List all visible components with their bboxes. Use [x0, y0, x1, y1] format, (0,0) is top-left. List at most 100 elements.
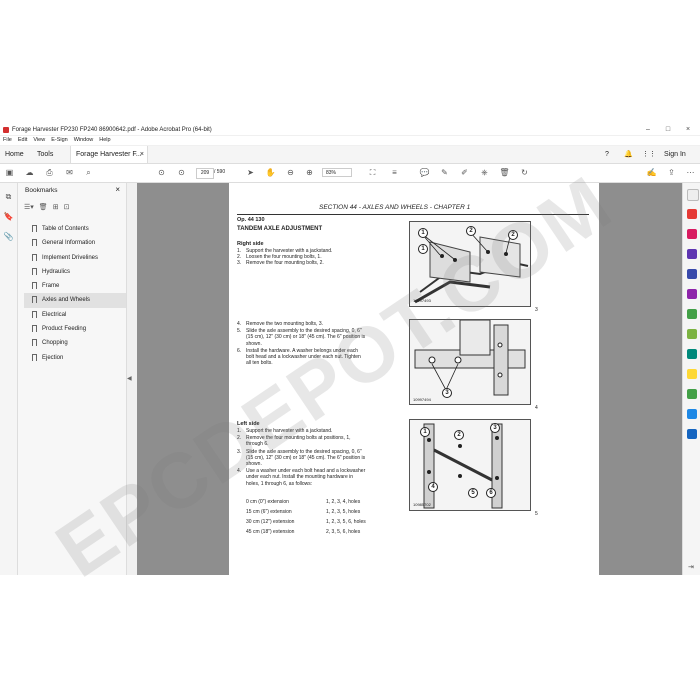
previous-page-icon[interactable]: ⊙	[155, 166, 168, 179]
attachments-icon[interactable]: 📎	[3, 231, 14, 242]
bookmarks-header: Bookmarks	[25, 187, 58, 194]
tab-tools[interactable]: Tools	[32, 146, 58, 163]
page-thumbnails-icon[interactable]: ⧉	[3, 191, 14, 202]
menu-file[interactable]: File	[3, 136, 12, 145]
figure-number: 5	[535, 511, 538, 517]
search-tool-icon[interactable]	[687, 189, 699, 201]
bookmark-item[interactable]: Electrical	[24, 308, 126, 322]
comment-icon[interactable]: 💬	[418, 166, 431, 179]
bookmark-item[interactable]: Product Feeding	[24, 322, 126, 336]
print-icon[interactable]: ⎙	[43, 166, 56, 179]
bookmarks-icon[interactable]: 🔖	[3, 211, 14, 222]
more-tools-icon[interactable]	[687, 409, 697, 419]
protect-icon[interactable]	[687, 389, 697, 399]
tab-document[interactable]: Forage Harvester F... ×	[70, 146, 148, 163]
delete-bookmark-icon[interactable]: 🗑	[39, 203, 48, 211]
fill-sign-icon[interactable]	[687, 329, 697, 339]
close-panel-icon[interactable]: ×	[115, 185, 120, 194]
scan-ocr-icon[interactable]	[687, 349, 697, 359]
pdf-app-icon	[3, 127, 9, 133]
export-pdf-icon[interactable]	[687, 209, 697, 219]
create-pdf-icon[interactable]	[687, 229, 697, 239]
zoom-out-icon[interactable]: ⊖	[284, 166, 297, 179]
next-page-icon[interactable]: ⊙	[175, 166, 188, 179]
delete-icon[interactable]: 🗑	[498, 166, 511, 179]
bookmark-label: Electrical	[42, 311, 67, 318]
save-icon[interactable]: ▣	[3, 166, 16, 179]
scroll-mode-icon[interactable]: ≡	[388, 166, 401, 179]
select-cursor-icon[interactable]: ➤	[244, 166, 257, 179]
shield-icon[interactable]	[687, 429, 697, 439]
main-toolbar: ▣ ☁ ⎙ ✉ ⌕ ⊙ ⊙ 209 / 590 ➤ ✋ ⊖ ⊕ 83% ⛶ ≡ …	[0, 164, 700, 183]
bookmark-item-active[interactable]: Axles and Wheels	[24, 293, 126, 308]
email-icon[interactable]: ✉	[63, 166, 76, 179]
bookmark-item[interactable]: Implement Drivelines	[24, 251, 126, 265]
fit-page-icon[interactable]: ⛶	[366, 166, 379, 179]
bookmark-item[interactable]: General Information	[24, 236, 126, 250]
comment-tool-icon[interactable]	[687, 369, 697, 379]
tab-document-label: Forage Harvester F...	[76, 151, 142, 158]
zoom-select[interactable]: 83%	[322, 168, 352, 177]
draw-icon[interactable]: ✐	[458, 166, 471, 179]
new-bookmark-icon[interactable]: ⊞	[53, 203, 59, 211]
close-window-button[interactable]: ×	[678, 125, 698, 135]
bookmark-item[interactable]: Ejection	[24, 351, 126, 365]
table-row: 15 cm (6") extension 1, 2, 3, 5, holes	[246, 509, 361, 515]
close-tab-icon[interactable]: ×	[140, 146, 144, 163]
page-number-input[interactable]: 209	[196, 168, 214, 179]
callout-label: 1	[418, 244, 428, 254]
menu-view[interactable]: View	[33, 136, 45, 145]
rotate-icon[interactable]: ↻	[518, 166, 531, 179]
request-signature-icon[interactable]	[687, 309, 697, 319]
bookmark-ribbon-icon	[32, 325, 37, 333]
tag-bookmark-icon[interactable]: ⊡	[64, 203, 70, 211]
tab-bar: Home Tools Forage Harvester F... × ? 🔔 ⋮…	[0, 146, 700, 164]
bookmark-label: Ejection	[42, 354, 64, 361]
tab-home[interactable]: Home	[0, 146, 29, 163]
table-row: 30 cm (12") extension 1, 2, 3, 5, 6, hole…	[246, 519, 366, 525]
apps-grid-icon[interactable]: ⋮⋮	[642, 146, 656, 163]
organize-pages-icon[interactable]	[687, 289, 697, 299]
combine-files-icon[interactable]	[687, 269, 697, 279]
callout-label: 3	[442, 388, 452, 398]
sign-icon[interactable]: ✍	[645, 166, 658, 179]
bookmark-item[interactable]: Hydraulics	[24, 265, 126, 279]
bookmark-item[interactable]: Chopping	[24, 336, 126, 350]
bookmark-label: Table of Contents	[42, 226, 89, 232]
step-item: 3. Remove the four mounting bolts, 2.	[237, 260, 324, 267]
expand-rail-icon[interactable]: ⇥	[688, 563, 694, 571]
figure-code: 10997494	[413, 397, 431, 402]
cloud-upload-icon[interactable]: ☁	[23, 166, 36, 179]
bookmark-label: Implement Drivelines	[42, 254, 99, 261]
maximize-button[interactable]: □	[658, 125, 678, 135]
right-side-label: Right side	[237, 241, 264, 247]
minimize-button[interactable]: –	[638, 125, 658, 135]
bookmark-item[interactable]: Frame	[24, 279, 126, 293]
edit-pdf-icon[interactable]	[687, 249, 697, 259]
search-icon[interactable]: ⌕	[82, 166, 95, 179]
share-icon[interactable]: ⇪	[665, 166, 678, 179]
sign-in-button[interactable]: Sign In	[664, 146, 686, 163]
bookmark-item[interactable]: Table of Contents	[24, 222, 126, 236]
highlight-pen-icon[interactable]: ✎	[438, 166, 451, 179]
callout-label: 4	[428, 482, 438, 492]
bookmark-list: Table of Contents General Information Im…	[24, 222, 126, 365]
bookmark-label: Frame	[42, 283, 60, 290]
collapse-panel-arrow-icon[interactable]: ◀	[127, 375, 132, 382]
stamp-icon[interactable]: ⎈	[478, 166, 491, 179]
left-navigation-rail: ⧉ 🔖 📎	[0, 183, 18, 575]
section-title: SECTION 44 - AXLES AND WHEELS - CHAPTER …	[319, 204, 471, 211]
menu-window[interactable]: Window	[74, 136, 94, 145]
op-code: Op. 44 130	[237, 217, 265, 223]
bookmark-toolbar: ☰▾ 🗑 ⊞ ⊡	[24, 203, 69, 211]
menu-help[interactable]: Help	[99, 136, 110, 145]
options-menu-icon[interactable]: ☰▾	[24, 203, 34, 211]
bell-icon[interactable]: 🔔	[624, 146, 633, 163]
menu-edit[interactable]: Edit	[18, 136, 27, 145]
zoom-in-icon[interactable]: ⊕	[303, 166, 316, 179]
callout-label: 1	[418, 228, 428, 238]
hand-tool-icon[interactable]: ✋	[264, 166, 277, 179]
help-icon[interactable]: ?	[605, 146, 609, 163]
more-icon[interactable]: ⋯	[684, 166, 697, 179]
menu-esign[interactable]: E-Sign	[51, 136, 68, 145]
